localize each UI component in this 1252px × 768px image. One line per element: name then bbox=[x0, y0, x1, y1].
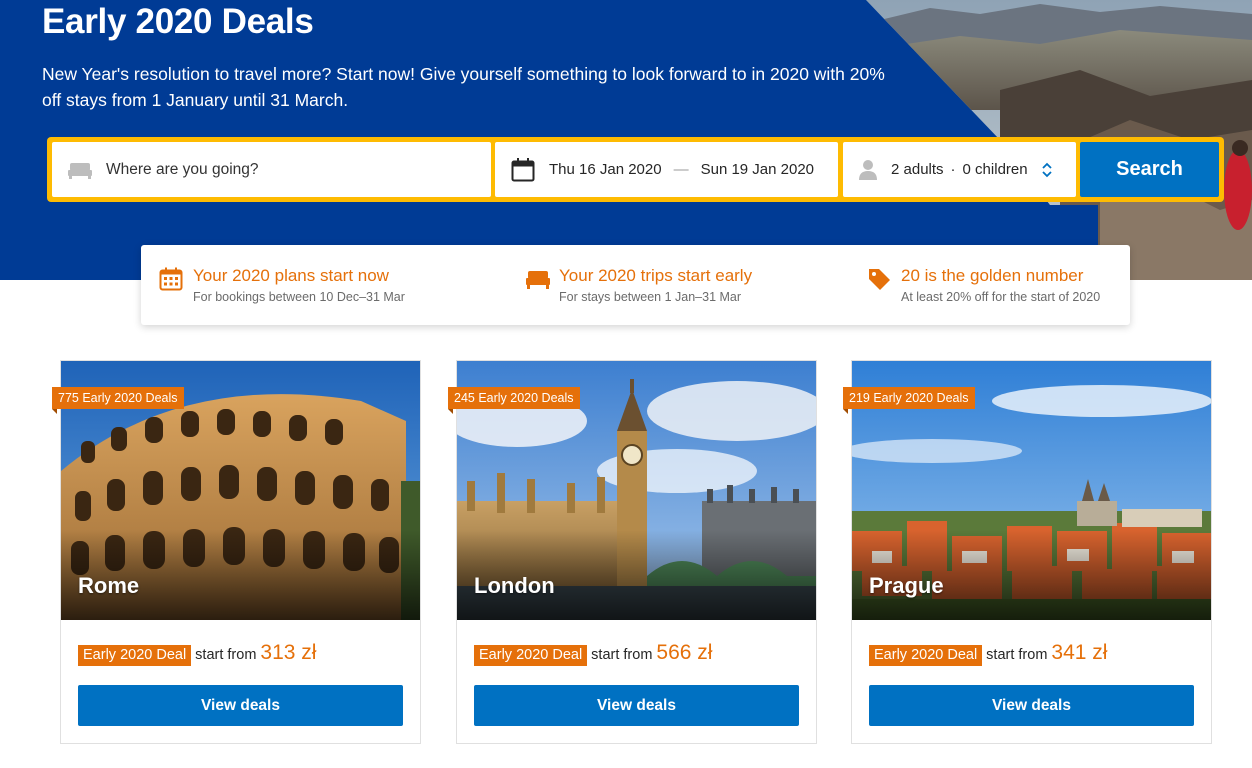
deals-count-ribbon: 775 Early 2020 Deals bbox=[52, 387, 184, 414]
destination-input[interactable] bbox=[106, 160, 466, 179]
deals-count-ribbon: 219 Early 2020 Deals bbox=[843, 387, 975, 414]
guests-field[interactable]: 2 adults · 0 children bbox=[843, 142, 1076, 197]
destination-card-london[interactable]: London 245 Early 2020 Deals Early 2020 D… bbox=[448, 360, 817, 744]
guests-separator: · bbox=[950, 161, 956, 178]
children-count: 0 children bbox=[962, 161, 1028, 178]
view-deals-button[interactable]: View deals bbox=[474, 685, 799, 726]
destination-card-rome[interactable]: Rome 775 Early 2020 Deals Early 2020 Dea… bbox=[52, 360, 421, 744]
price: 313 zł bbox=[260, 641, 317, 664]
city-name[interactable]: London bbox=[474, 573, 555, 599]
city-name[interactable]: Rome bbox=[78, 573, 139, 599]
bed-icon bbox=[525, 267, 551, 293]
chevron-updown-icon bbox=[1041, 162, 1052, 178]
deal-badge: Early 2020 Deal bbox=[78, 645, 192, 666]
price-row: Early 2020 Deal start from 341 zł bbox=[869, 641, 1107, 666]
price-row: Early 2020 Deal start from 566 zł bbox=[474, 641, 712, 666]
destination-card-prague[interactable]: Prague 219 Early 2020 Deals Early 2020 D… bbox=[843, 360, 1212, 744]
search-bar: Thu 16 Jan 2020 — Sun 19 Jan 2020 2 adul… bbox=[47, 137, 1224, 202]
checkout-date[interactable]: Sun 19 Jan 2020 bbox=[701, 161, 814, 178]
hero-subtitle: New Year's resolution to travel more? St… bbox=[42, 64, 885, 110]
calendar-icon bbox=[511, 157, 535, 182]
start-from-label: start from bbox=[591, 647, 653, 663]
view-deals-button[interactable]: View deals bbox=[869, 685, 1194, 726]
benefit-title: 20 is the golden number bbox=[901, 266, 1084, 285]
benefit-item: Your 2020 trips start early For stays be… bbox=[525, 265, 752, 307]
benefit-item: Your 2020 plans start now For bookings b… bbox=[159, 265, 405, 307]
price: 566 zł bbox=[656, 641, 713, 664]
page-title: Early 2020 Deals bbox=[42, 2, 314, 41]
start-from-label: start from bbox=[195, 647, 257, 663]
benefit-title: Your 2020 plans start now bbox=[193, 266, 389, 285]
price-row: Early 2020 Deal start from 313 zł bbox=[78, 641, 316, 666]
tag-icon bbox=[867, 267, 893, 293]
view-deals-button[interactable]: View deals bbox=[78, 685, 403, 726]
date-range-field[interactable]: Thu 16 Jan 2020 — Sun 19 Jan 2020 bbox=[495, 142, 838, 197]
benefits-strip: Your 2020 plans start now For bookings b… bbox=[141, 245, 1130, 325]
date-separator: — bbox=[673, 161, 689, 178]
calendar-icon bbox=[159, 267, 185, 293]
adults-count: 2 adults bbox=[891, 161, 944, 178]
benefit-title: Your 2020 trips start early bbox=[559, 266, 753, 285]
price: 341 zł bbox=[1051, 641, 1108, 664]
benefit-description: At least 20% off for the start of 2020 bbox=[901, 290, 1101, 304]
page: Early 2020 Deals New Year's resolution t… bbox=[0, 0, 1252, 768]
deals-count-ribbon: 245 Early 2020 Deals bbox=[448, 387, 580, 414]
bed-icon bbox=[68, 161, 92, 179]
checkin-date[interactable]: Thu 16 Jan 2020 bbox=[549, 161, 662, 178]
person-icon bbox=[859, 159, 877, 180]
city-name[interactable]: Prague bbox=[869, 573, 944, 599]
destination-field[interactable] bbox=[52, 142, 491, 197]
deal-badge: Early 2020 Deal bbox=[869, 645, 983, 666]
deal-badge: Early 2020 Deal bbox=[474, 645, 588, 666]
search-button[interactable]: Search bbox=[1080, 142, 1219, 197]
benefit-description: For bookings between 10 Dec–31 Mar bbox=[193, 290, 405, 304]
start-from-label: start from bbox=[986, 647, 1048, 663]
benefit-item: 20 is the golden number At least 20% off… bbox=[867, 265, 1100, 307]
benefit-description: For stays between 1 Jan–31 Mar bbox=[559, 290, 742, 304]
